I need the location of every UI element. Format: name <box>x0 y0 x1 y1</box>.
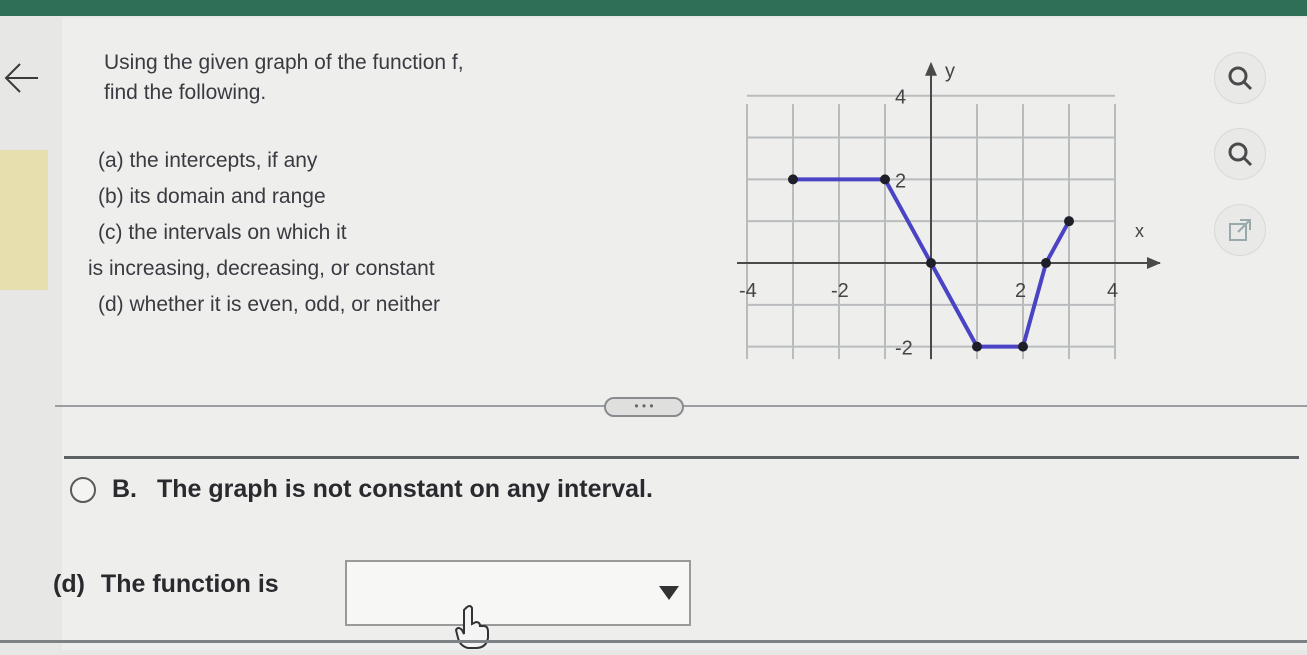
bottom-border <box>0 640 1307 643</box>
graph-point <box>1041 258 1051 268</box>
magnifier-icon <box>1228 66 1253 91</box>
prompt-line-1: Using the given graph of the function f, <box>104 51 464 74</box>
zoom-button-2[interactable] <box>1214 128 1266 180</box>
y-axis-arrow <box>925 61 937 76</box>
x-axis-label: x <box>1135 221 1144 241</box>
graph-svg: x y -4 -2 2 4 4 2 -2 <box>737 61 1161 360</box>
question-items: (a) the intercepts, if any (b) its domai… <box>88 143 440 323</box>
radio-choice-b[interactable] <box>70 476 96 503</box>
x-tick-label: -4 <box>739 280 757 302</box>
question-d-letter: (d) <box>53 570 85 598</box>
external-link-icon <box>1229 219 1251 241</box>
expand-collapse-handle[interactable]: • • • <box>604 397 684 417</box>
hand-cursor-icon <box>452 604 492 655</box>
x-tick-label: 2 <box>1015 280 1026 302</box>
choice-b-letter: B. <box>112 475 137 503</box>
function-graph: x y -4 -2 2 4 4 2 -2 <box>728 55 1178 380</box>
popout-button[interactable] <box>1214 204 1266 256</box>
choice-b[interactable]: B. The graph is not constant on any inte… <box>70 475 653 504</box>
y-tick-label: 2 <box>895 170 906 192</box>
graph-point <box>1018 341 1028 352</box>
item-d: (d) whether it is even, odd, or neither <box>98 293 441 316</box>
function-type-select[interactable] <box>345 560 691 626</box>
y-tick-label: -2 <box>895 338 913 360</box>
top-bar <box>0 0 1307 16</box>
question-d-label: (d) The function is <box>53 570 279 599</box>
prompt-line-2: find the following. <box>104 81 267 104</box>
item-a: (a) the intercepts, if any <box>98 149 318 172</box>
magnifier-icon <box>1228 142 1253 167</box>
y-tick-label: 4 <box>895 87 906 109</box>
x-axis-arrow <box>1147 257 1161 269</box>
side-tab[interactable] <box>0 150 48 290</box>
question-prompt: Using the given graph of the function f,… <box>104 48 464 108</box>
y-axis-label: y <box>945 61 955 83</box>
graph-point <box>880 174 890 185</box>
zoom-button-1[interactable] <box>1214 52 1266 104</box>
graph-point <box>926 258 936 268</box>
graph-point <box>972 341 982 352</box>
answer-divider <box>64 456 1299 459</box>
graph-point <box>788 174 798 185</box>
x-tick-label: -2 <box>831 280 849 302</box>
graph-point <box>1064 216 1074 227</box>
choice-b-text: The graph is not constant on any interva… <box>157 475 653 503</box>
question-d-text: The function is <box>100 570 279 598</box>
item-c-line-1: (c) the intervals on which it <box>98 221 347 244</box>
dropdown-caret-icon[interactable] <box>659 586 679 600</box>
item-c-line-2: is increasing, decreasing, or constant <box>88 257 435 280</box>
x-tick-label: 4 <box>1107 280 1118 302</box>
item-b: (b) its domain and range <box>98 185 326 208</box>
back-arrow-icon[interactable] <box>2 58 42 98</box>
